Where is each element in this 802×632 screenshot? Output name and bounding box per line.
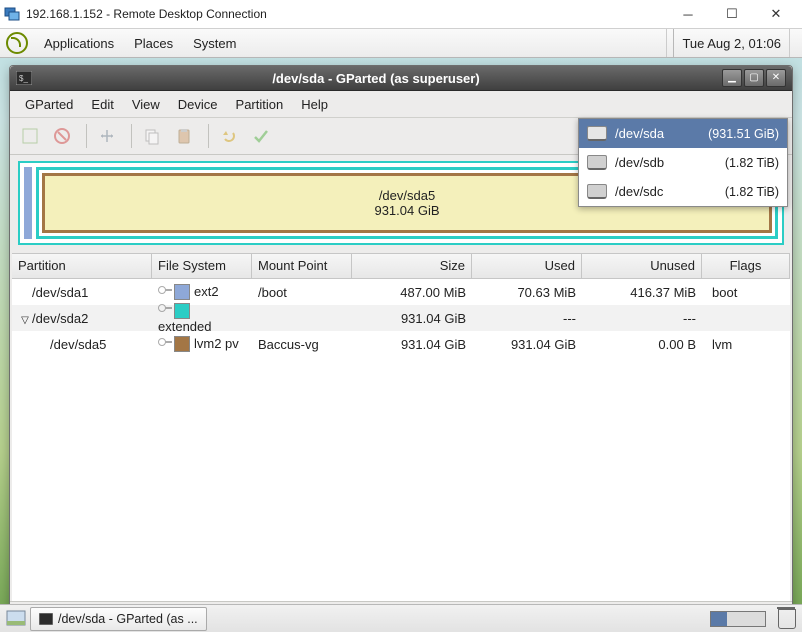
rdp-title: 192.168.1.152 - Remote Desktop Connectio… — [26, 7, 666, 21]
key-icon — [158, 336, 172, 348]
trash-icon[interactable] — [778, 609, 796, 629]
rdp-window-titlebar: 192.168.1.152 - Remote Desktop Connectio… — [0, 0, 802, 29]
menu-gparted[interactable]: GParted — [16, 94, 82, 115]
panel-clock[interactable]: Tue Aug 2, 01:06 — [673, 29, 789, 57]
paste-button[interactable] — [170, 122, 198, 150]
col-flags[interactable]: Flags — [702, 254, 790, 278]
menu-help[interactable]: Help — [292, 94, 337, 115]
gparted-menubar: GParted Edit View Device Partition Help — [10, 91, 792, 118]
partition-table-empty-area — [12, 357, 790, 601]
col-partition[interactable]: Partition — [12, 254, 152, 278]
col-filesystem[interactable]: File System — [152, 254, 252, 278]
device-option-sdc[interactable]: /dev/sdc (1.82 TiB) — [579, 177, 787, 206]
places-menu[interactable]: Places — [124, 36, 183, 51]
rdp-icon — [4, 6, 20, 22]
panel-separator — [789, 29, 796, 57]
panel-separator — [666, 29, 673, 57]
col-size[interactable]: Size — [352, 254, 472, 278]
gparted-toolbar: /dev/sda (931.51 GiB) /dev/sdb (1.82 TiB… — [10, 118, 792, 155]
undo-button[interactable] — [215, 122, 243, 150]
device-selector-dropdown[interactable]: /dev/sda (931.51 GiB) /dev/sdb (1.82 TiB… — [578, 118, 788, 207]
menu-device[interactable]: Device — [169, 94, 227, 115]
menu-partition[interactable]: Partition — [227, 94, 293, 115]
mate-bottom-panel: /dev/sda - GParted (as ... — [0, 604, 802, 632]
menu-edit[interactable]: Edit — [82, 94, 122, 115]
apply-button[interactable] — [247, 122, 275, 150]
delete-partition-button[interactable] — [48, 122, 76, 150]
gparted-close-button[interactable]: ✕ — [766, 69, 786, 87]
gparted-title: /dev/sda - GParted (as superuser) — [32, 71, 720, 86]
partition-slice-sda1[interactable] — [24, 167, 32, 239]
col-mountpoint[interactable]: Mount Point — [252, 254, 352, 278]
device-option-sdb[interactable]: /dev/sdb (1.82 TiB) — [579, 148, 787, 177]
menu-view[interactable]: View — [123, 94, 169, 115]
gparted-minimize-button[interactable]: ▁ — [722, 69, 742, 87]
terminal-icon: $_ — [16, 71, 32, 85]
harddisk-icon — [587, 184, 607, 199]
table-row[interactable]: ▽/dev/sda2extended931.04 GiB------ — [12, 305, 790, 331]
mate-logo-icon — [6, 32, 28, 54]
gparted-titlebar[interactable]: $_ /dev/sda - GParted (as superuser) ▁ ▢… — [10, 66, 792, 91]
graphic-partition-size: 931.04 GiB — [374, 203, 439, 218]
graphic-partition-label: /dev/sda5 — [379, 188, 435, 203]
rdp-minimize-button[interactable]: ─ — [666, 0, 710, 28]
rdp-close-button[interactable]: ✕ — [754, 0, 798, 28]
gparted-maximize-button[interactable]: ▢ — [744, 69, 764, 87]
mate-top-panel: Applications Places System Tue Aug 2, 01… — [0, 29, 802, 58]
copy-button[interactable] — [138, 122, 166, 150]
show-desktop-button[interactable] — [6, 610, 26, 628]
col-used[interactable]: Used — [472, 254, 582, 278]
table-row[interactable]: /dev/sda5lvm2 pvBaccus-vg931.04 GiB931.0… — [12, 331, 790, 357]
key-icon — [158, 284, 172, 296]
taskbar-item-label: /dev/sda - GParted (as ... — [58, 612, 198, 626]
taskbar-item-gparted[interactable]: /dev/sda - GParted (as ... — [30, 607, 207, 631]
partition-table-header: Partition File System Mount Point Size U… — [12, 253, 790, 279]
applications-menu[interactable]: Applications — [34, 36, 124, 51]
harddisk-icon — [587, 155, 607, 170]
col-unused[interactable]: Unused — [582, 254, 702, 278]
terminal-icon — [39, 613, 53, 625]
gparted-window: $_ /dev/sda - GParted (as superuser) ▁ ▢… — [9, 65, 793, 625]
system-menu[interactable]: System — [183, 36, 246, 51]
key-icon — [158, 302, 172, 314]
rdp-maximize-button[interactable]: ☐ — [710, 0, 754, 28]
system-tray — [710, 609, 796, 629]
remote-desktop: Applications Places System Tue Aug 2, 01… — [0, 29, 802, 632]
resize-move-button[interactable] — [93, 122, 121, 150]
harddisk-icon — [587, 126, 607, 141]
svg-text:$_: $_ — [19, 74, 28, 83]
new-partition-button[interactable] — [16, 122, 44, 150]
device-option-sda[interactable]: /dev/sda (931.51 GiB) — [579, 119, 787, 148]
table-row[interactable]: /dev/sda1ext2/boot487.00 MiB70.63 MiB416… — [12, 279, 790, 305]
workspace-switcher[interactable] — [710, 611, 766, 627]
